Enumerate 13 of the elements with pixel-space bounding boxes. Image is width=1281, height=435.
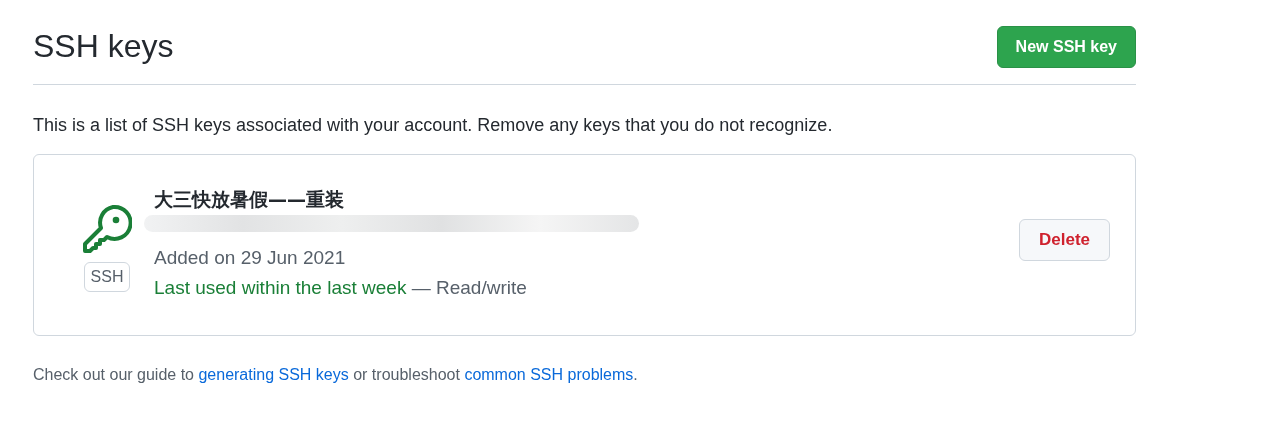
description-text: This is a list of SSH keys associated with your account. Remove any keys that you do not recognize. — [33, 114, 834, 137]
new-ssh-key-button[interactable]: New SSH key — [996, 26, 1136, 68]
help-link[interactable]: common SSH problems — [464, 366, 634, 383]
key-title: 大三快放暑假——重装 — [154, 187, 345, 211]
ssh-badge: SSH — [83, 262, 131, 292]
help-text: Check out our guide to generating SSH keys or troubleshoot common SSH problems. — [33, 365, 639, 385]
delete-button[interactable]: Delete — [1018, 219, 1110, 261]
key-icon — [82, 204, 132, 254]
last-used-text: Last used within the last week — [154, 277, 407, 298]
access-text: — Read/write — [411, 277, 527, 298]
page-title: SSH keys — [33, 27, 174, 66]
added-date: Added on 29 Jun 2021 — [154, 246, 347, 270]
help-link[interactable]: generating SSH keys — [198, 366, 349, 383]
